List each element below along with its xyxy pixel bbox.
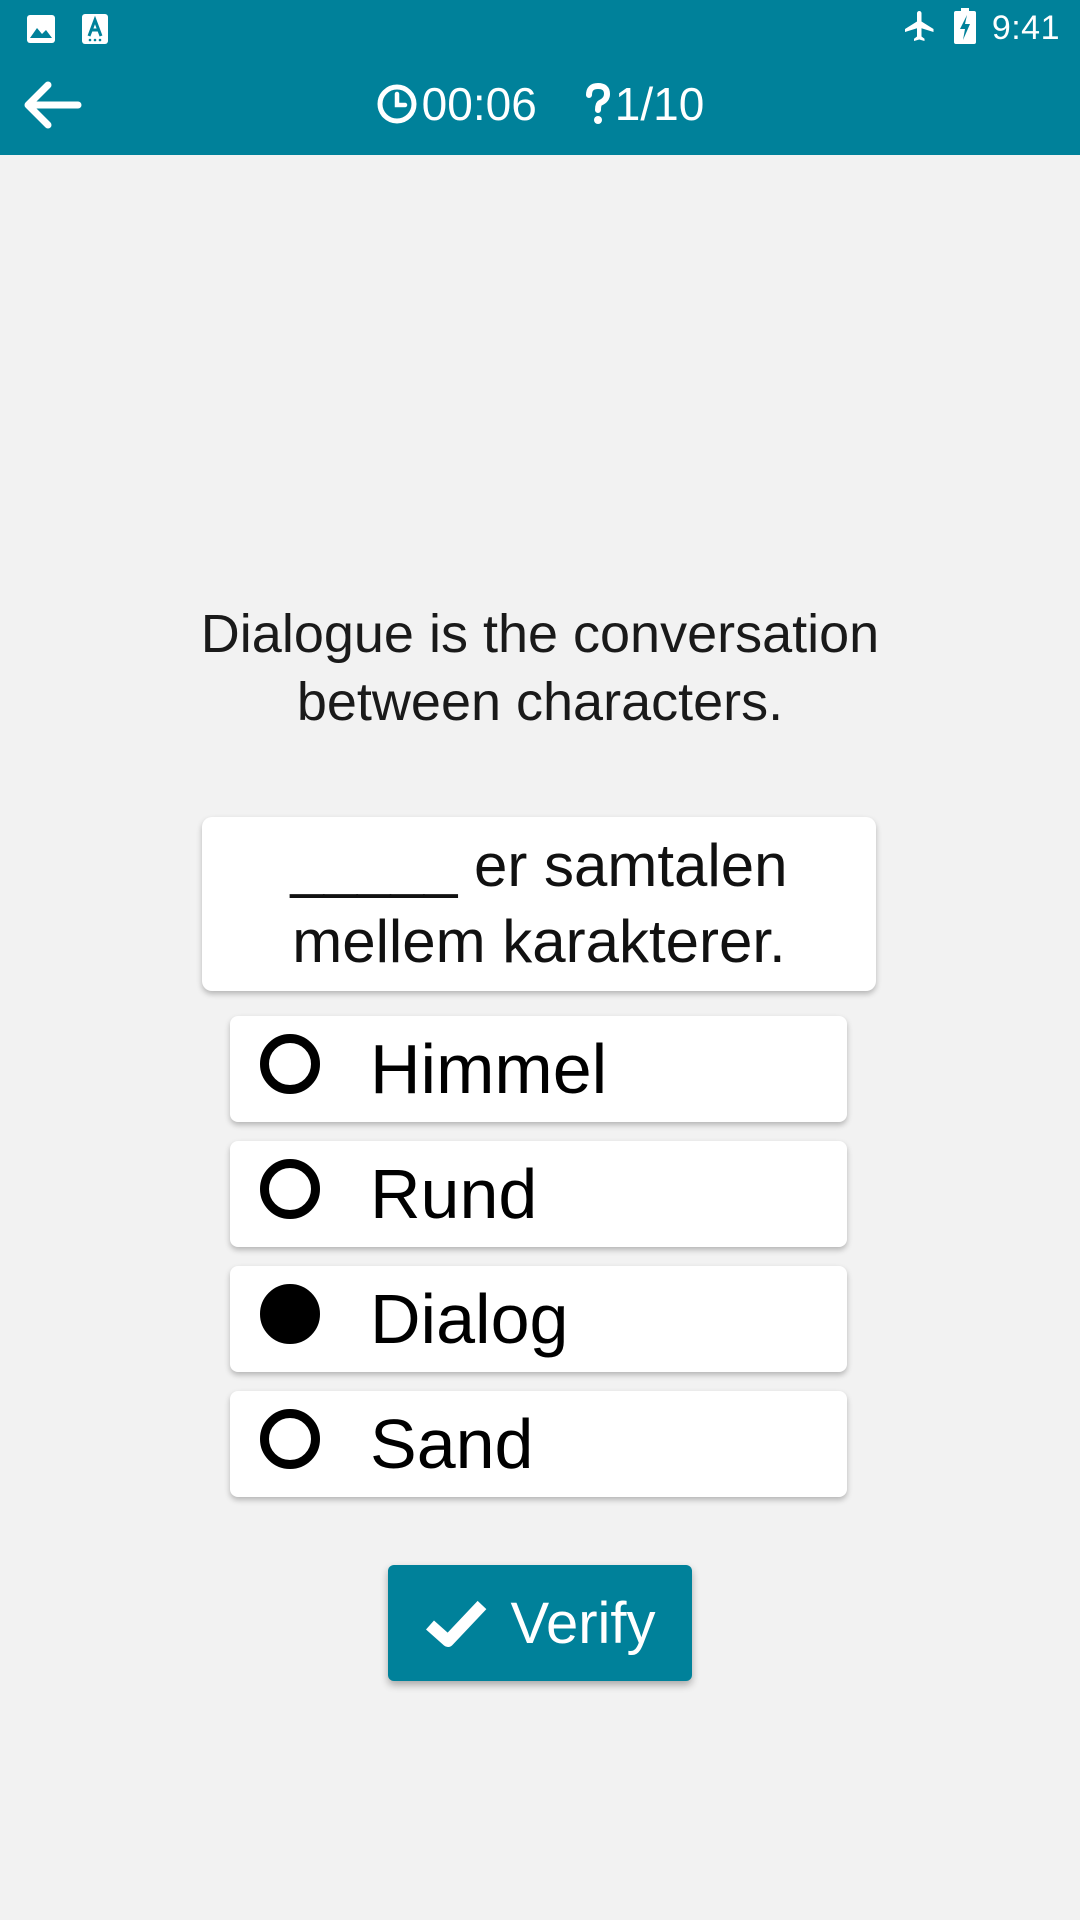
fill-in-sentence-card: _____ er samtalen mellem karakterer. — [202, 817, 876, 991]
timer: 00:06 — [376, 77, 537, 131]
battery-charging-icon — [953, 8, 976, 49]
option-label: Dialog — [370, 1280, 569, 1358]
question-prompt: Dialogue is the conversation between cha… — [200, 604, 880, 732]
radio-button[interactable] — [260, 1159, 320, 1219]
fill-in-sentence: _____ er samtalen mellem karakterer. — [290, 832, 788, 975]
option-himmel[interactable]: Himmel — [230, 1016, 847, 1122]
radio-button[interactable] — [260, 1034, 320, 1094]
check-icon — [426, 1600, 487, 1647]
question-icon — [585, 83, 610, 124]
option-dialog[interactable]: Dialog — [230, 1266, 847, 1372]
question-progress: 1/10 — [585, 77, 705, 131]
system-status: 9:41 — [902, 8, 1060, 49]
radio-button[interactable] — [260, 1409, 320, 1469]
verify-button[interactable]: Verify — [388, 1565, 692, 1681]
verify-label: Verify — [510, 1590, 656, 1656]
clock-icon — [377, 84, 417, 124]
airplane-mode-icon — [902, 8, 938, 49]
status-time: 9:41 — [991, 9, 1060, 47]
app-bar: 9:41 00:06 1/10 — [0, 0, 1080, 155]
progress-value: 1/10 — [614, 78, 705, 130]
radio-button-selected[interactable] — [260, 1284, 320, 1344]
quiz-screen: 9:41 00:06 1/10 Dialogue is the conversa… — [0, 0, 1080, 1920]
quiz-meta: 00:06 1/10 — [0, 77, 1080, 131]
notification-icons — [26, 14, 108, 49]
toolbar: 00:06 1/10 — [0, 55, 1080, 155]
option-sand[interactable]: Sand — [230, 1391, 847, 1497]
answer-options: Himmel Rund Dialog Sand — [230, 1016, 847, 1516]
option-label: Himmel — [370, 1030, 608, 1108]
status-bar: 9:41 — [0, 0, 1080, 55]
image-icon — [26, 14, 56, 49]
option-label: Sand — [370, 1405, 534, 1483]
font-download-icon — [82, 14, 108, 49]
option-label: Rund — [370, 1155, 538, 1233]
timer-value: 00:06 — [421, 78, 537, 130]
option-rund[interactable]: Rund — [230, 1141, 847, 1247]
